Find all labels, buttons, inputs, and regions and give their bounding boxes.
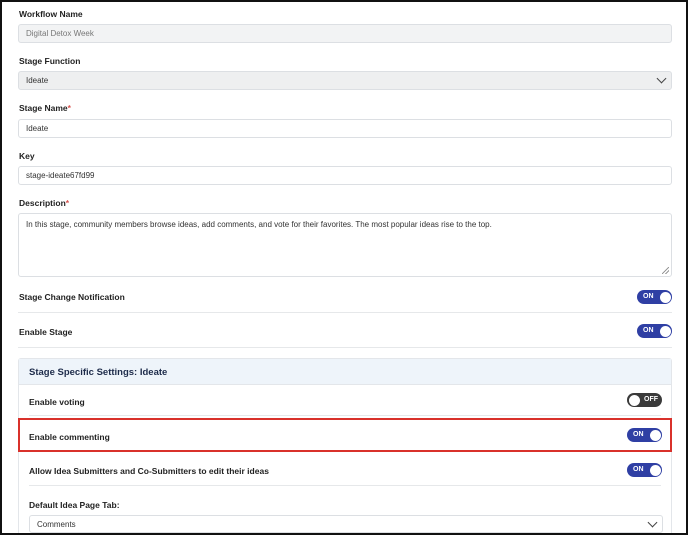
section-title: Stage Specific Settings: Ideate xyxy=(29,367,168,378)
key-label: Key xyxy=(19,151,35,161)
chevron-down-icon xyxy=(656,73,667,84)
stage-name-label: Stage Name* xyxy=(19,103,71,113)
stage-name-label-text: Stage Name xyxy=(19,103,68,113)
enable-voting-label: Enable voting xyxy=(29,397,85,407)
divider xyxy=(29,415,661,416)
stage-change-notification-label: Stage Change Notification xyxy=(19,292,125,302)
default-tab-value: Comments xyxy=(37,520,76,529)
required-mark: * xyxy=(65,198,70,208)
enable-stage-label: Enable Stage xyxy=(19,327,73,337)
allow-edit-toggle[interactable]: ON xyxy=(627,463,662,477)
divider xyxy=(29,485,661,486)
enable-voting-toggle[interactable]: OFF xyxy=(627,393,662,407)
key-input[interactable]: stage-ideate67fd99 xyxy=(18,166,672,185)
description-label: Description* xyxy=(19,198,69,208)
toggle-state-label: ON xyxy=(643,293,654,300)
workflow-name-label: Workflow Name xyxy=(19,9,83,19)
required-mark: * xyxy=(67,103,71,113)
description-textarea[interactable]: In this stage, community members browse … xyxy=(18,213,672,277)
divider xyxy=(18,347,672,348)
toggle-knob xyxy=(659,325,671,337)
stage-name-input[interactable]: Ideate xyxy=(18,119,672,138)
stage-function-label: Stage Function xyxy=(19,56,81,66)
toggle-state-label: ON xyxy=(643,327,654,334)
toggle-state-label: ON xyxy=(633,466,644,473)
description-text: In this stage, community members browse … xyxy=(26,220,492,229)
section-header: Stage Specific Settings: Ideate xyxy=(19,359,671,385)
stage-change-notification-toggle[interactable]: ON xyxy=(637,290,672,304)
toggle-state-label: OFF xyxy=(644,396,658,403)
description-label-text: Description xyxy=(19,198,66,208)
toggle-knob xyxy=(628,394,640,406)
stage-settings-form: Workflow Name Digital Detox Week Stage F… xyxy=(0,0,688,535)
allow-edit-label: Allow Idea Submitters and Co-Submitters … xyxy=(29,466,269,476)
default-tab-select[interactable]: Comments xyxy=(29,515,663,533)
workflow-name-input[interactable]: Digital Detox Week xyxy=(18,24,672,43)
toggle-knob xyxy=(659,291,671,303)
enable-stage-toggle[interactable]: ON xyxy=(637,324,672,338)
resize-handle-icon[interactable] xyxy=(662,267,669,274)
stage-function-value: Ideate xyxy=(26,76,49,85)
chevron-down-icon xyxy=(647,517,658,528)
stage-function-select[interactable]: Ideate xyxy=(18,71,672,90)
highlight-box xyxy=(18,418,672,452)
default-tab-label: Default Idea Page Tab: xyxy=(29,500,120,510)
toggle-knob xyxy=(649,464,661,476)
divider xyxy=(18,312,672,313)
